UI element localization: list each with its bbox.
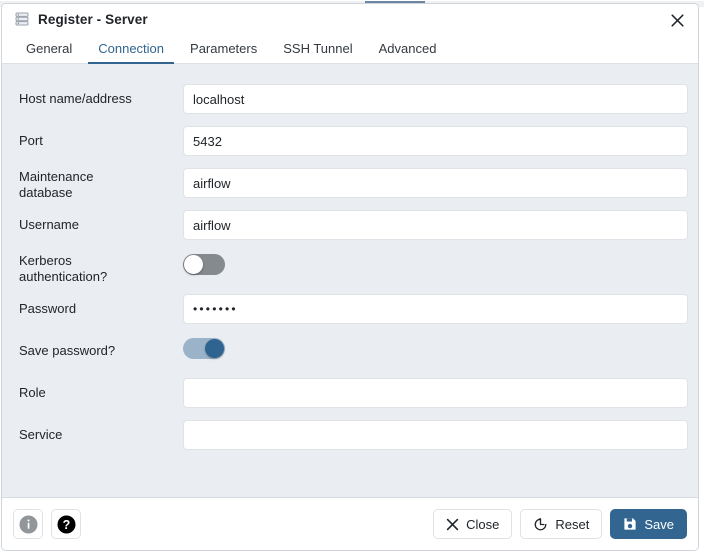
form-row-service: Service (8, 414, 692, 456)
port-label: Port (19, 133, 43, 148)
save-password-label: Save password? (19, 343, 116, 358)
x-icon (446, 518, 459, 531)
form-row-username: Username (8, 204, 692, 246)
tab-connection[interactable]: Connection (85, 34, 177, 64)
host-input[interactable] (183, 84, 688, 114)
form-row-host: Host name/address (8, 78, 692, 120)
toggle-knob (184, 255, 203, 274)
dialog-title: Register - Server (38, 11, 148, 27)
form-row-save-password: Save password? (8, 330, 692, 372)
toggle-knob (205, 339, 224, 358)
tab-parameters[interactable]: Parameters (177, 34, 270, 63)
kerberos-authentication-toggle[interactable] (183, 254, 225, 275)
reset-button[interactable]: Reset (520, 509, 603, 539)
tab-general[interactable]: General (13, 34, 85, 63)
maintenance-database-label-line1: Maintenance (19, 169, 94, 184)
form-row-maintenance-database: Maintenance database (8, 162, 692, 204)
close-icon[interactable] (666, 9, 688, 31)
close-button-label: Close (466, 516, 500, 532)
maintenance-database-label-line2: database (19, 185, 73, 200)
role-label: Role (19, 385, 46, 400)
kerberos-label: Kerberos authentication? (8, 246, 183, 285)
server-icon (14, 11, 30, 27)
service-label: Service (19, 427, 63, 442)
form-row-password: Password (8, 288, 692, 330)
form-row-port: Port (8, 120, 692, 162)
close-button[interactable]: Close (433, 509, 513, 539)
port-input[interactable] (183, 126, 688, 156)
dialog-titlebar: Register - Server (2, 4, 698, 34)
maintenance-database-label: Maintenance database (8, 162, 183, 201)
register-server-dialog: Register - Server General Connection Par… (1, 3, 699, 551)
info-icon (19, 515, 38, 534)
reset-button-label: Reset (555, 516, 590, 532)
reset-icon (533, 517, 548, 532)
dialog-footer: ? Close Reset Save (2, 498, 698, 550)
form-row-kerberos: Kerberos authentication? (8, 246, 692, 288)
tab-advanced[interactable]: Advanced (366, 34, 450, 63)
username-label: Username (19, 217, 79, 232)
dialog-tabs: General Connection Parameters SSH Tunnel… (2, 34, 698, 64)
form-row-role: Role (8, 372, 692, 414)
role-input[interactable] (183, 378, 688, 408)
service-input[interactable] (183, 420, 688, 450)
kerberos-label-line2: authentication? (19, 269, 108, 284)
tab-ssh-tunnel[interactable]: SSH Tunnel (270, 34, 365, 63)
kerberos-label-line1: Kerberos (19, 253, 72, 268)
password-input[interactable] (183, 294, 688, 324)
host-label: Host name/address (19, 91, 132, 106)
help-icon: ? (57, 515, 76, 534)
save-button[interactable]: Save (610, 509, 687, 539)
floppy-disk-icon (623, 517, 637, 531)
svg-text:?: ? (62, 518, 70, 532)
footer-left-actions: ? (13, 509, 81, 539)
footer-right-actions: Close Reset Save (433, 509, 687, 539)
password-label: Password (19, 301, 77, 316)
info-button[interactable] (13, 509, 43, 539)
maintenance-database-input[interactable] (183, 168, 688, 198)
connection-form: Host name/address Port Maintenance datab… (2, 64, 698, 498)
help-button[interactable]: ? (51, 509, 81, 539)
username-input[interactable] (183, 210, 688, 240)
save-password-toggle[interactable] (183, 338, 225, 359)
save-button-label: Save (644, 516, 674, 532)
